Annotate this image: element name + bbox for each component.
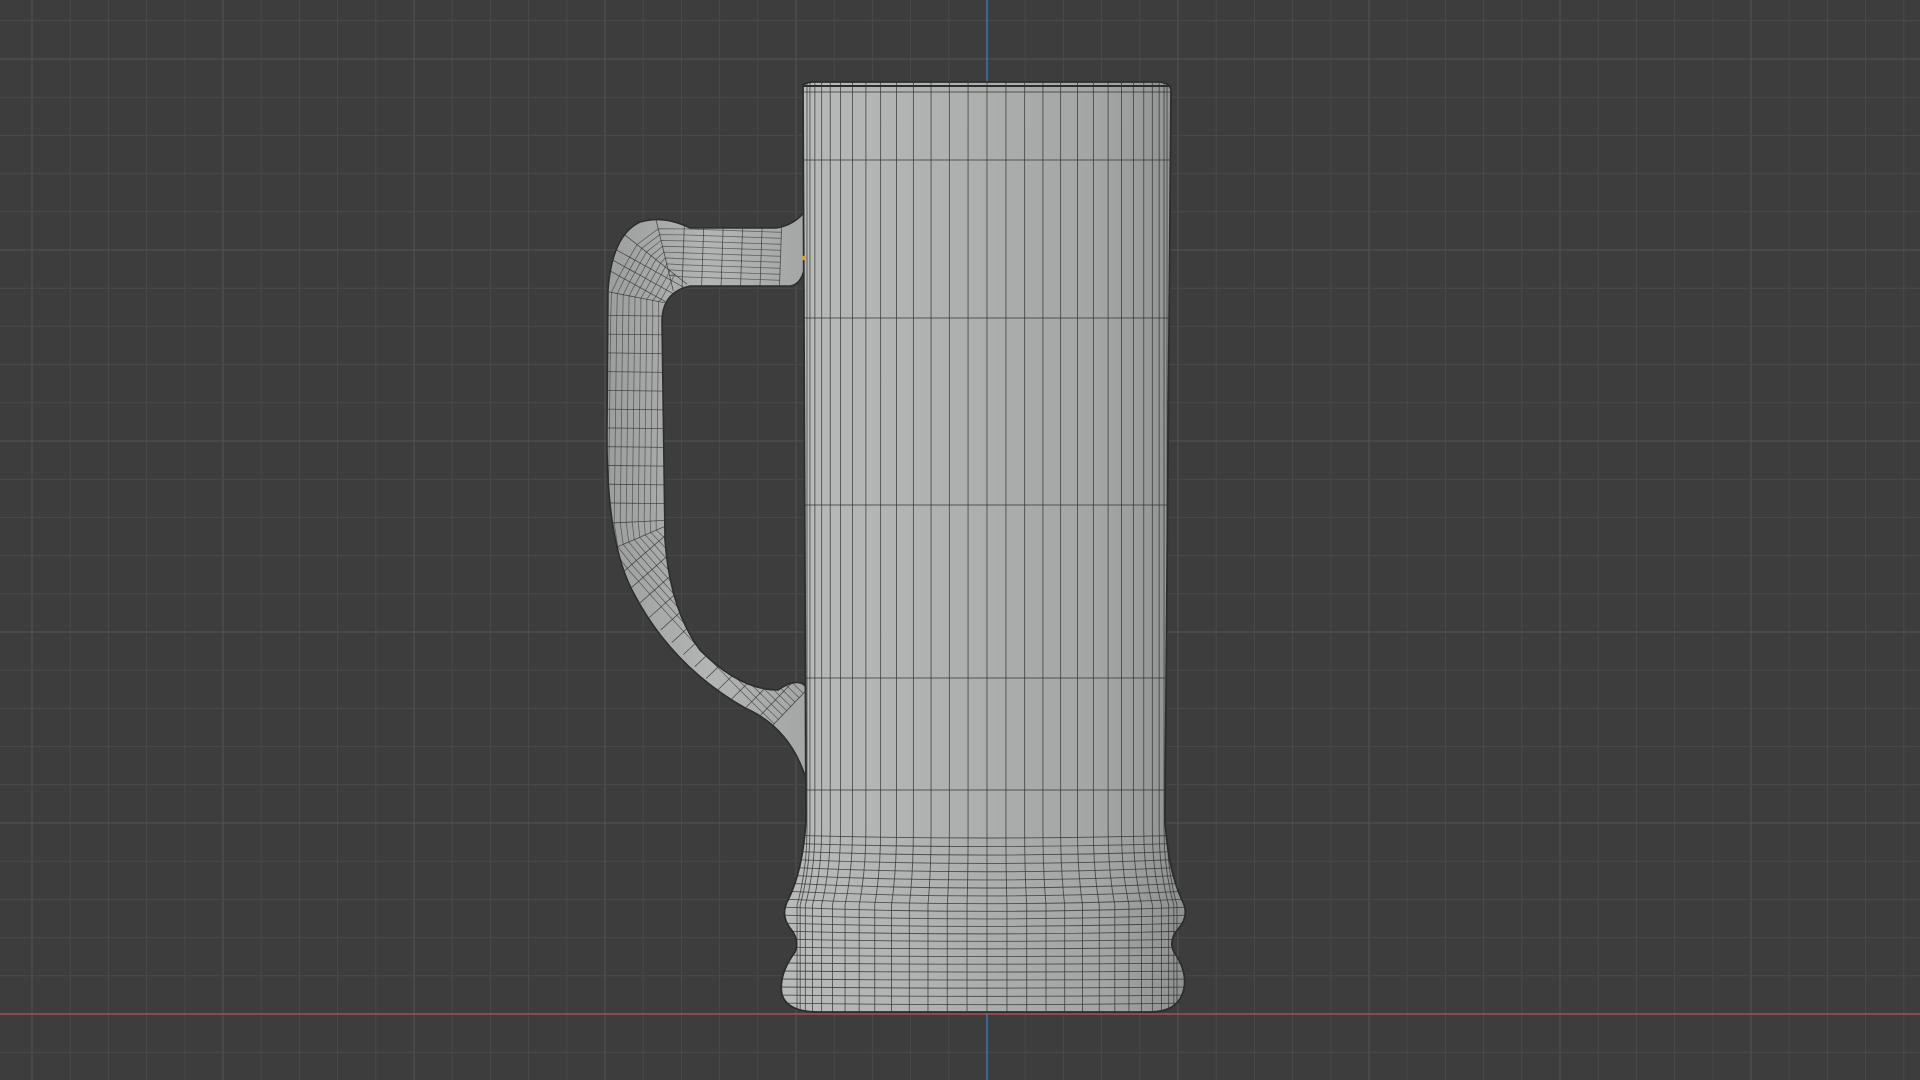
3d-viewport[interactable]: [0, 0, 1920, 1080]
active-vertex-marker[interactable]: [801, 255, 807, 261]
handle-edge-cross: [694, 611, 753, 667]
handle-edge-cross: [683, 599, 742, 655]
mug-body[interactable]: [780, 80, 1190, 1015]
viewport-canvas[interactable]: [0, 0, 1920, 1080]
mug-handle[interactable]: [592, 207, 818, 791]
handle-edge-cross: [717, 633, 775, 691]
mug-mesh[interactable]: [592, 80, 1190, 1015]
